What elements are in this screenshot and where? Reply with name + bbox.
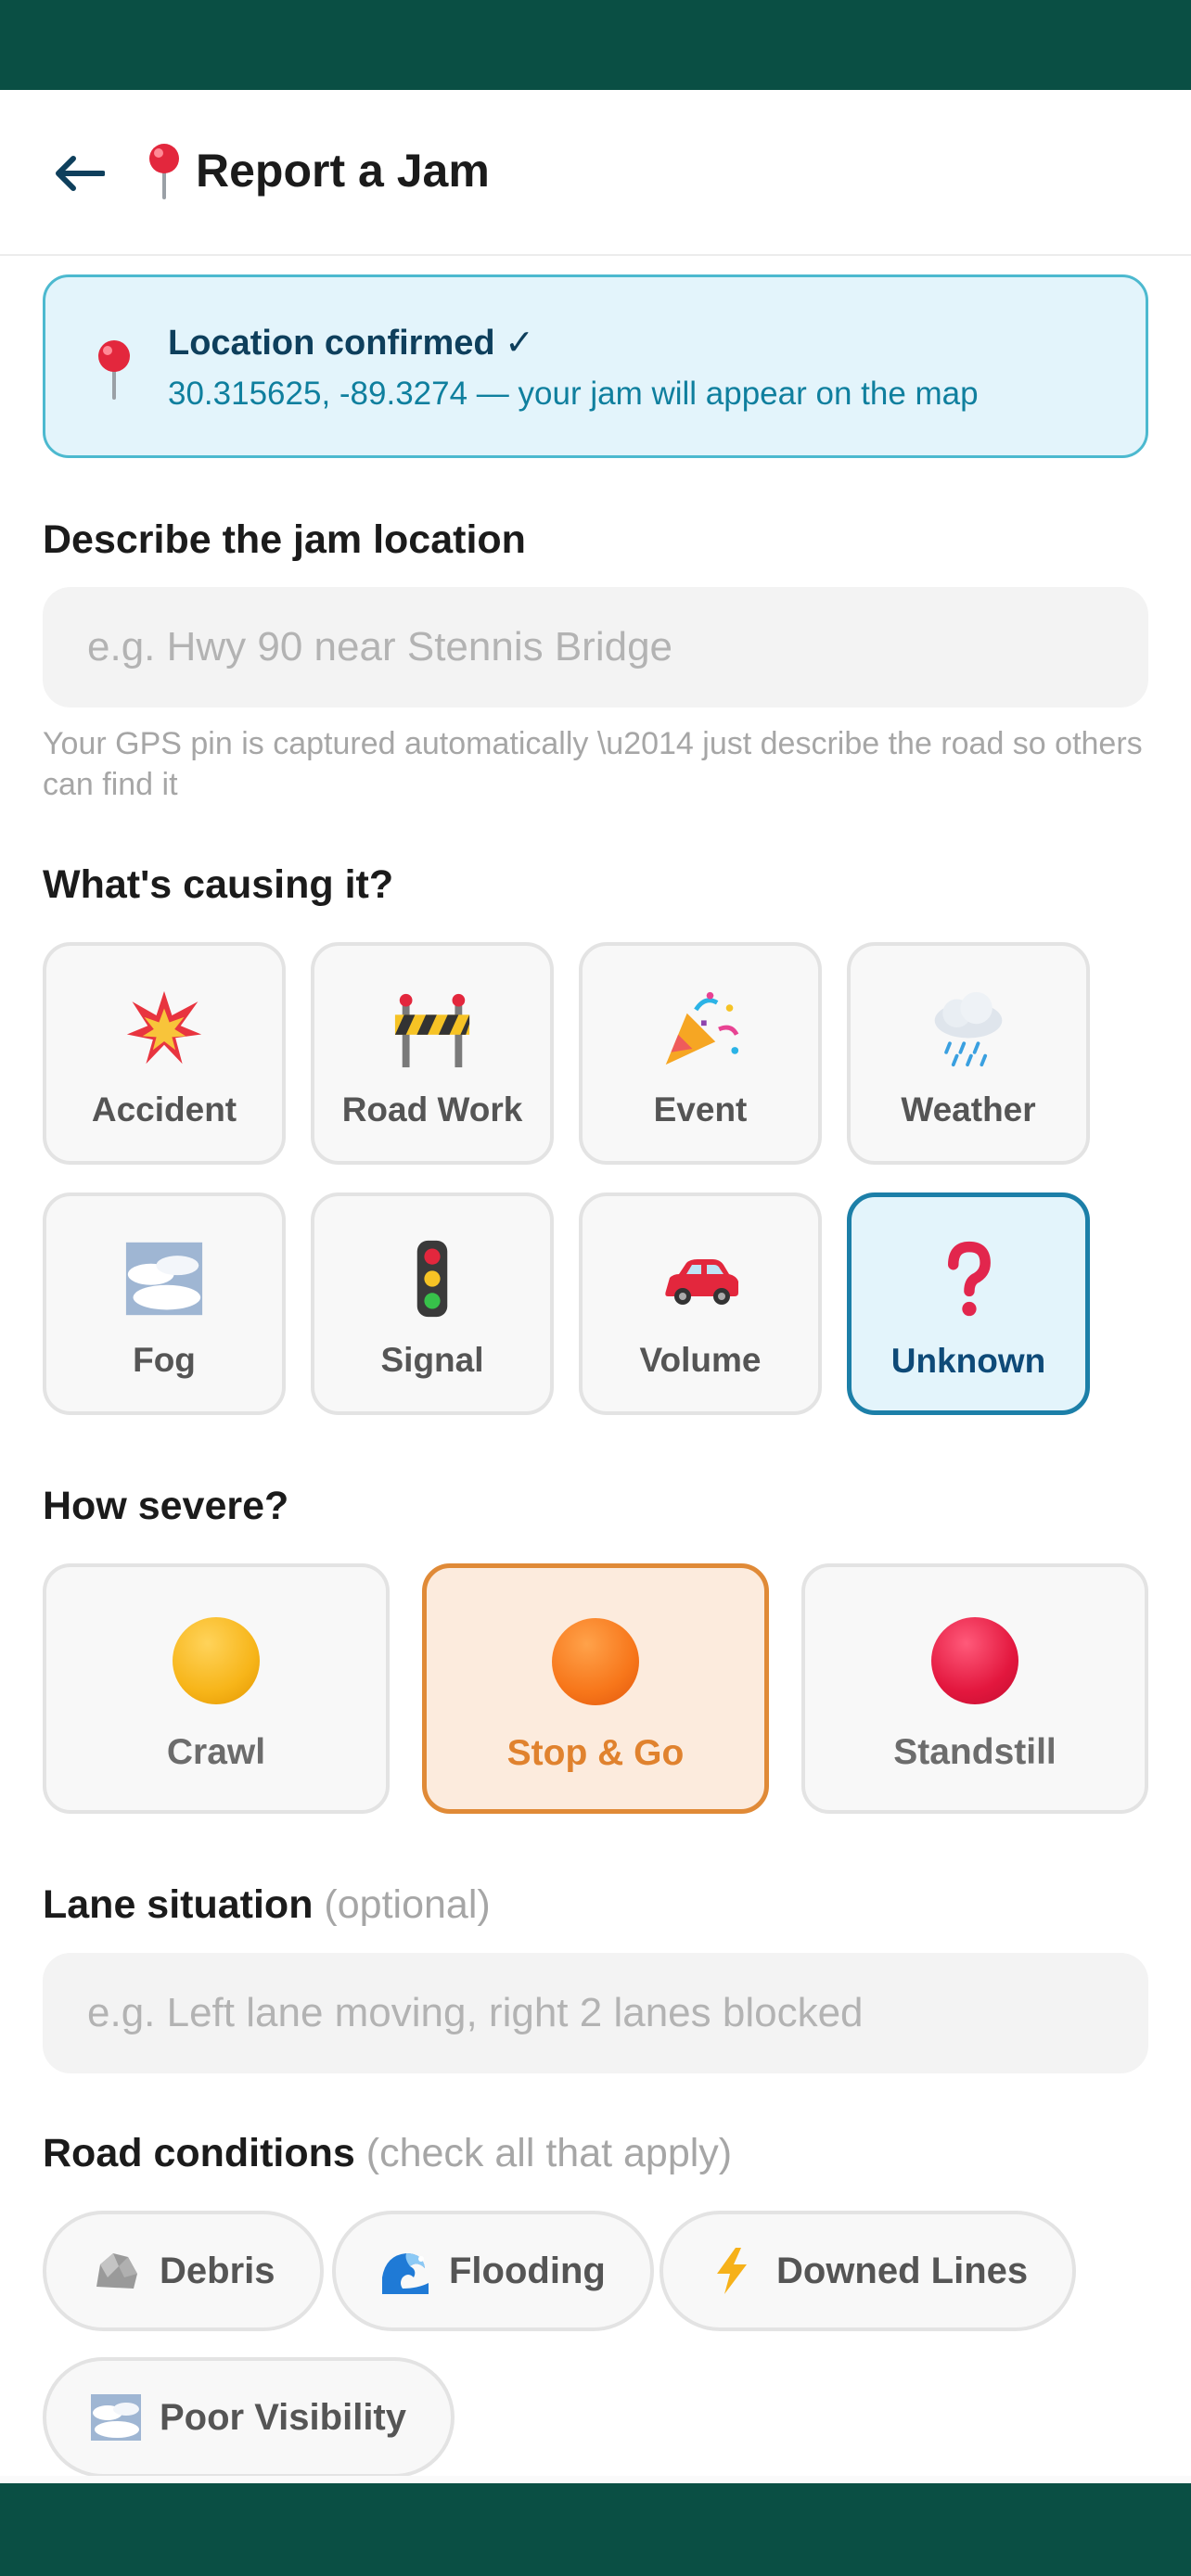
condition-chip-label: Poor Visibility <box>160 2396 406 2438</box>
pushpin-icon <box>98 340 130 400</box>
pushpin-icon <box>149 144 179 199</box>
navigation-bar <box>0 2483 1191 2576</box>
cause-option-signal[interactable]: Signal <box>311 1192 554 1415</box>
severity-option-label: Stop & Go <box>506 1733 685 1773</box>
severity-option-standstill[interactable]: Standstill <box>801 1563 1148 1814</box>
severity-label: How severe? <box>43 1484 289 1528</box>
cause-option-road-work[interactable]: Road Work <box>311 942 554 1165</box>
car-icon <box>659 1237 742 1320</box>
back-button[interactable] <box>37 132 121 215</box>
road-conditions-title: Road conditions <box>43 2131 355 2175</box>
condition-chip-poor-visibility[interactable]: Poor Visibility <box>43 2357 455 2478</box>
severity-option-label: Standstill <box>893 1732 1057 1772</box>
severity-option-stop-and-go[interactable]: Stop & Go <box>422 1563 769 1814</box>
cause-option-volume[interactable]: Volume <box>579 1192 822 1415</box>
optional-hint: (optional) <box>324 1882 491 1927</box>
orange-circle-icon <box>552 1618 639 1705</box>
app-header: Report a Jam <box>0 90 1191 256</box>
page-title-text: Report a Jam <box>196 145 490 197</box>
yellow-circle-icon <box>173 1617 260 1704</box>
cause-option-label: Event <box>653 1090 748 1129</box>
condition-chip-flooding[interactable]: Flooding <box>332 2211 654 2331</box>
check-all-hint: (check all that apply) <box>365 2131 733 2175</box>
location-helper-text: Your GPS pin is captured automatically \… <box>43 726 1143 802</box>
location-confirmed-banner: Location confirmed ✓ 30.315625, -89.3274… <box>43 274 1148 458</box>
collision-icon <box>122 987 206 1070</box>
rock-icon <box>91 2246 141 2296</box>
lane-situation-input[interactable] <box>43 1953 1148 2073</box>
cause-option-label: Road Work <box>341 1090 523 1129</box>
severity-option-label: Crawl <box>166 1732 266 1772</box>
lane-situation-title: Lane situation <box>43 1882 314 1927</box>
condition-chip-label: Flooding <box>449 2250 606 2291</box>
party-popper-icon <box>659 987 742 1070</box>
cause-option-label: Volume <box>639 1341 762 1379</box>
cause-option-accident[interactable]: Accident <box>43 942 286 1165</box>
rain-cloud-icon <box>927 987 1010 1070</box>
location-confirmed-title: Location confirmed ✓ <box>168 324 534 363</box>
cause-label: What's causing it? <box>43 862 394 907</box>
cause-option-label: Fog <box>133 1341 196 1379</box>
cause-option-event[interactable]: Event <box>579 942 822 1165</box>
condition-chip-label: Downed Lines <box>776 2250 1029 2291</box>
cause-option-weather[interactable]: Weather <box>847 942 1090 1165</box>
condition-chip-downed-lines[interactable]: Downed Lines <box>660 2211 1077 2331</box>
cause-option-label: Unknown <box>890 1342 1046 1380</box>
bottom-fade <box>0 2476 1191 2483</box>
cause-option-unknown[interactable]: Unknown <box>847 1192 1090 1415</box>
report-form: Location confirmed ✓ 30.315625, -89.3274… <box>0 258 1191 2483</box>
lane-situation-label: Lane situation (optional) <box>43 1882 491 1928</box>
cause-option-fog[interactable]: Fog <box>43 1192 286 1415</box>
construction-barrier-icon <box>391 987 474 1070</box>
cause-option-label: Signal <box>380 1341 484 1379</box>
describe-location-label: Describe the jam location <box>43 517 526 562</box>
wave-icon <box>380 2246 430 2296</box>
road-conditions-label: Road conditions (check all that apply) <box>43 2131 732 2176</box>
severity-option-crawl[interactable]: Crawl <box>43 1563 390 1814</box>
back-arrow-icon <box>56 156 105 191</box>
question-mark-icon <box>927 1238 1010 1321</box>
cause-option-label: Weather <box>901 1090 1036 1129</box>
condition-chip-debris[interactable]: Debris <box>43 2211 324 2331</box>
location-coordinates: 30.315625, -89.3274 — your jam will appe… <box>168 376 979 412</box>
status-bar <box>0 0 1191 90</box>
fog-icon <box>91 2392 141 2442</box>
red-circle-icon <box>931 1617 1018 1704</box>
fog-icon <box>122 1237 206 1320</box>
page-title: Report a Jam <box>146 138 490 203</box>
cause-option-label: Accident <box>91 1090 237 1129</box>
location-description-input[interactable] <box>43 587 1148 708</box>
traffic-light-icon <box>391 1237 474 1320</box>
lightning-icon <box>708 2246 758 2296</box>
condition-chip-label: Debris <box>160 2250 275 2291</box>
